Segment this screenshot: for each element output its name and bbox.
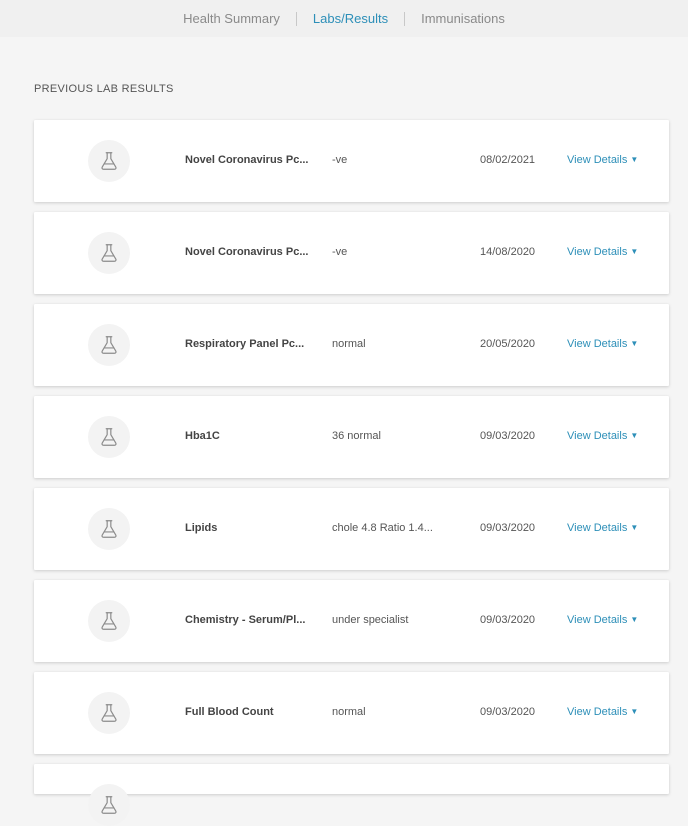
chevron-down-icon: ▼ [630, 247, 639, 256]
chevron-down-icon: ▼ [630, 523, 639, 532]
test-date: 09/03/2020 [480, 522, 536, 534]
flask-icon [88, 600, 130, 642]
chevron-down-icon: ▼ [630, 431, 639, 440]
flask-icon [88, 232, 130, 274]
flask-icon [88, 324, 130, 366]
view-details-link[interactable]: View Details ▼ [567, 522, 638, 534]
view-details-label: View Details [567, 522, 628, 534]
view-details-link[interactable]: View Details ▼ [567, 246, 638, 258]
lab-result-row[interactable]: Lipids chole 4.8 Ratio 1.4... 09/03/2020… [34, 488, 669, 570]
view-details-link[interactable]: View Details ▼ [567, 154, 638, 166]
lab-result-row[interactable]: Novel Coronavirus Pc... -ve 14/08/2020 V… [34, 212, 669, 294]
chevron-down-icon: ▼ [630, 155, 639, 164]
lab-result-row[interactable]: Full Blood Count normal 09/03/2020 View … [34, 672, 669, 754]
flask-icon [88, 784, 130, 826]
lab-results-list: Novel Coronavirus Pc... -ve 08/02/2021 V… [34, 120, 669, 826]
lab-result-row[interactable] [34, 764, 669, 826]
view-details-link[interactable]: View Details ▼ [567, 338, 638, 350]
flask-icon [88, 692, 130, 734]
view-details-label: View Details [567, 706, 628, 718]
view-details-label: View Details [567, 154, 628, 166]
test-result: chole 4.8 Ratio 1.4... [332, 522, 433, 534]
chevron-down-icon: ▼ [630, 707, 639, 716]
tab-immunisations[interactable]: Immunisations [405, 11, 521, 27]
lab-result-row[interactable]: Novel Coronavirus Pc... -ve 08/02/2021 V… [34, 120, 669, 202]
test-name: Respiratory Panel Pc... [185, 338, 305, 350]
view-details-link[interactable]: View Details ▼ [567, 706, 638, 718]
tab-health-summary[interactable]: Health Summary [167, 11, 296, 27]
test-name: Lipids [185, 522, 218, 534]
view-details-link[interactable]: View Details ▼ [567, 430, 638, 442]
tab-labs-results[interactable]: Labs/Results [297, 11, 404, 27]
test-date: 20/05/2020 [480, 338, 536, 350]
lab-result-row[interactable]: Hba1C 36 normal 09/03/2020 View Details ▼ [34, 396, 669, 478]
view-details-link[interactable]: View Details ▼ [567, 614, 638, 626]
view-details-label: View Details [567, 430, 628, 442]
test-date: 09/03/2020 [480, 430, 536, 442]
flask-icon [88, 140, 130, 182]
view-details-label: View Details [567, 338, 628, 350]
chevron-down-icon: ▼ [630, 339, 639, 348]
test-result: normal [332, 338, 366, 350]
test-date: 09/03/2020 [480, 614, 536, 626]
test-result: under specialist [332, 614, 409, 626]
section-title: PREVIOUS LAB RESULTS [34, 83, 174, 95]
test-name: Novel Coronavirus Pc... [185, 154, 309, 166]
tab-bar: Health Summary Labs/Results Immunisation… [0, 0, 688, 37]
test-date: 09/03/2020 [480, 706, 536, 718]
test-name: Hba1C [185, 430, 220, 442]
test-name: Full Blood Count [185, 706, 274, 718]
test-result: 36 normal [332, 430, 381, 442]
test-date: 08/02/2021 [480, 154, 536, 166]
test-result: normal [332, 706, 366, 718]
view-details-label: View Details [567, 246, 628, 258]
lab-result-row[interactable]: Chemistry - Serum/Pl... under specialist… [34, 580, 669, 662]
test-name: Novel Coronavirus Pc... [185, 246, 309, 258]
view-details-label: View Details [567, 614, 628, 626]
test-date: 14/08/2020 [480, 246, 536, 258]
test-result: -ve [332, 154, 348, 166]
flask-icon [88, 508, 130, 550]
test-name: Chemistry - Serum/Pl... [185, 614, 306, 626]
flask-icon [88, 416, 130, 458]
lab-result-row[interactable]: Respiratory Panel Pc... normal 20/05/202… [34, 304, 669, 386]
test-result: -ve [332, 246, 348, 258]
chevron-down-icon: ▼ [630, 615, 639, 624]
